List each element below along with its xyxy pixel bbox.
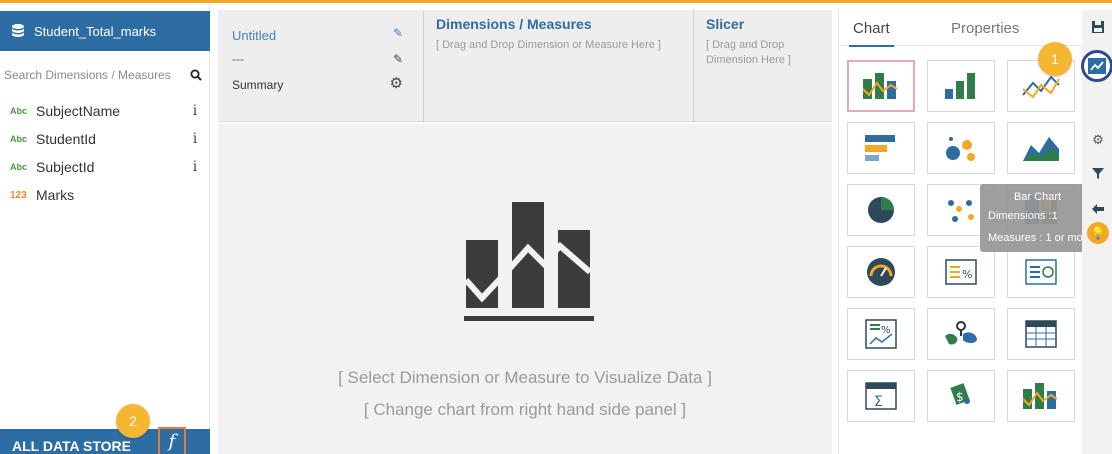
formula-button[interactable]: f [158, 427, 186, 454]
bar-chart-icon [945, 73, 975, 99]
gauge-chart-icon [867, 258, 895, 286]
tooltip-title: Bar Chart [1014, 191, 1062, 203]
area-chart-tile[interactable] [1007, 122, 1075, 174]
step-badge-1: 1 [1038, 42, 1072, 76]
field-list: Abc SubjectName i Abc StudentId i Abc Su… [0, 97, 210, 209]
trend-kpi-icon: % [865, 319, 897, 349]
search-input[interactable]: Search Dimensions / Measures [4, 68, 190, 82]
horizontal-bar-chart-tile[interactable] [847, 122, 915, 174]
dimensions-header: Dimensions / Measures [436, 16, 592, 32]
svg-text:$: $ [956, 390, 964, 404]
data-grid-icon [1025, 320, 1057, 348]
text-type-icon: Abc [10, 106, 28, 116]
app-root: Student_Total_marks Search Dimensions / … [0, 0, 1112, 454]
percent-kpi-tile[interactable]: % [927, 246, 995, 298]
chart-subtitle[interactable]: --- [232, 52, 244, 66]
line-chart-tool-icon [1088, 58, 1106, 74]
slicer-header: Slicer [706, 16, 745, 32]
custom-chart-icon [1022, 383, 1058, 409]
trend-kpi-tile[interactable]: % [847, 308, 915, 360]
area-chart-icon [1023, 137, 1059, 161]
tooltip-measures: Measures : 1 or more [988, 232, 1093, 244]
data-grid-tile[interactable] [1007, 308, 1075, 360]
step-badge-2: 2 [116, 404, 150, 438]
pie-chart-tile[interactable] [847, 184, 915, 236]
dimensions-hint: [ Drag and Drop Dimension or Measure Her… [436, 39, 661, 51]
svg-text:%: % [881, 325, 891, 336]
slicer-hint: [ Drag and Drop Dimension Here ] [706, 39, 791, 66]
search-field[interactable]: Search Dimensions / Measures [0, 63, 210, 87]
panel-tabs: Chart Properties [839, 10, 1083, 47]
scatter-chart-icon [948, 200, 974, 222]
list-item[interactable]: Abc SubjectId i [0, 153, 210, 181]
tab-properties[interactable]: Properties [951, 20, 1019, 37]
field-label: SubjectName [36, 103, 121, 119]
bubble-chart-tile[interactable] [927, 122, 995, 174]
save-icon[interactable] [1088, 20, 1108, 40]
percent-kpi-icon: % [945, 259, 977, 285]
edit-subtitle-icon[interactable]: ✎ [393, 52, 403, 66]
all-data-store-button[interactable]: ALL DATA STORE [12, 438, 131, 454]
money-chart-tile[interactable]: $ [927, 370, 995, 422]
svg-text:Σ: Σ [874, 394, 883, 410]
dimensions-dropzone[interactable]: Dimensions / Measures [ Drag and Drop Di… [424, 10, 694, 122]
money-chart-icon: $ [950, 383, 970, 405]
text-type-icon: Abc [10, 162, 28, 172]
chart-info-section: Untitled ✎ --- ✎ Summary ⚙ [218, 10, 424, 122]
chart-canvas: [ Select Dimension or Measure to Visuali… [218, 124, 832, 454]
cross-tab-chart-icon [862, 73, 898, 99]
slicer-dropzone[interactable]: Slicer [ Drag and Drop Dimension Here ] [694, 10, 832, 122]
list-item[interactable]: 123 Marks [0, 181, 210, 209]
kpi-progress-icon [1025, 259, 1057, 285]
pie-chart-icon [868, 197, 894, 223]
lightbulb-icon[interactable]: 💡 [1087, 222, 1109, 244]
bubble-chart-icon [946, 137, 975, 161]
tab-chart[interactable]: Chart [849, 20, 894, 47]
chart-tool-button[interactable] [1081, 50, 1112, 82]
filter-icon[interactable] [1088, 166, 1108, 186]
info-icon[interactable]: i [180, 159, 210, 175]
settings-icon[interactable]: ⚙ [1088, 130, 1108, 150]
geo-map-tile[interactable] [927, 308, 995, 360]
custom-chart-tile[interactable] [1007, 370, 1075, 422]
tooltip-dimensions: Dimensions :1 [988, 210, 1058, 222]
bar-chart-tile[interactable] [927, 60, 995, 112]
number-type-icon: 123 [10, 189, 27, 201]
datastore-name: Student_Total_marks [34, 23, 157, 39]
list-item[interactable]: Abc SubjectName i [0, 97, 210, 125]
kpi-progress-tile[interactable] [1007, 246, 1075, 298]
horizontal-bar-chart-icon [865, 135, 895, 161]
summary-label: Summary [232, 78, 284, 92]
text-type-icon: Abc [10, 134, 28, 144]
info-icon[interactable]: i [180, 103, 210, 119]
summary-table-icon: Σ [865, 382, 897, 410]
edit-title-icon[interactable]: ✎ [393, 26, 403, 40]
data-panel: Student_Total_marks Search Dimensions / … [0, 3, 210, 454]
cross-tab-chart-tile[interactable] [847, 60, 915, 112]
canvas-hint-select: [ Select Dimension or Measure to Visuali… [338, 368, 712, 387]
datastore-footer: ALL DATA STORE f [0, 427, 210, 454]
field-label: SubjectId [36, 159, 95, 175]
field-label: StudentId [36, 131, 96, 147]
summary-table-tile[interactable]: Σ [847, 370, 915, 422]
back-arrow-icon[interactable] [1088, 202, 1108, 222]
svg-text:%: % [962, 268, 972, 281]
chart-title[interactable]: Untitled [232, 28, 276, 43]
summary-settings-icon[interactable]: ⚙ [390, 74, 403, 92]
datastore-header[interactable]: Student_Total_marks [0, 11, 210, 51]
field-label: Marks [36, 187, 75, 203]
chart-placeholder-icon [464, 202, 594, 321]
gauge-chart-tile[interactable] [847, 246, 915, 298]
canvas-hint-change: [ Change chart from right hand side pane… [363, 400, 687, 419]
chart-config-bar: Untitled ✎ --- ✎ Summary ⚙ Dimensions / … [218, 10, 832, 122]
search-icon[interactable] [190, 69, 202, 81]
info-icon[interactable]: i [180, 131, 210, 147]
geo-map-icon [945, 321, 977, 345]
list-item[interactable]: Abc StudentId i [0, 125, 210, 153]
database-icon [12, 24, 24, 37]
